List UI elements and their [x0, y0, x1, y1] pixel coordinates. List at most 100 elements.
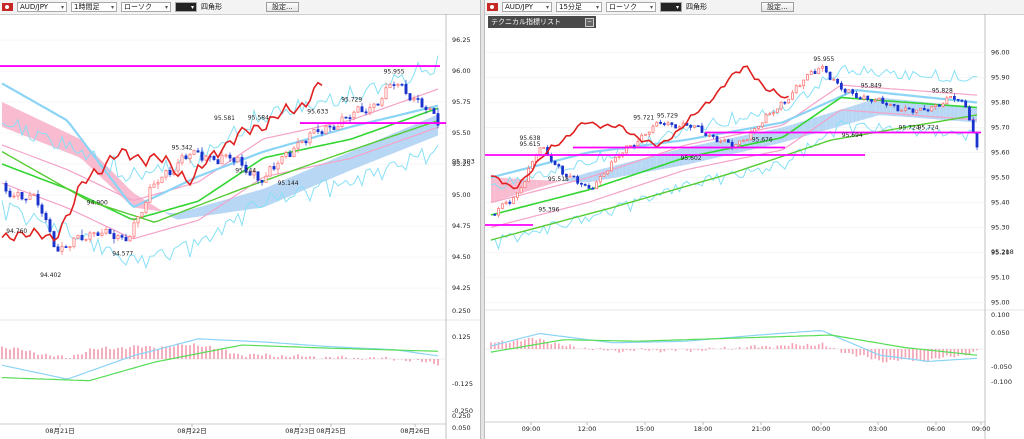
- candle-body: [809, 71, 813, 75]
- candle-body: [919, 107, 922, 111]
- candle-body: [156, 182, 160, 185]
- candle-body: [168, 170, 172, 175]
- candle-body: [824, 65, 828, 73]
- candle-body: [384, 87, 388, 99]
- time-tick-label: 09:00: [522, 425, 541, 433]
- time-tick-label: 03:00: [869, 425, 888, 433]
- cloud-segment: [334, 157, 338, 178]
- candle-body: [328, 125, 332, 128]
- candle-body: [930, 106, 934, 112]
- candle-body: [802, 79, 806, 87]
- candle-body: [583, 183, 587, 186]
- candle-body: [651, 125, 655, 133]
- candle-body: [873, 99, 877, 102]
- cloud-segment: [773, 128, 778, 145]
- price-annotation-label: 95.244: [235, 168, 256, 175]
- cloud-segment: [254, 190, 258, 209]
- candle-body: [84, 238, 88, 241]
- time-tick-label: 08月26日: [400, 427, 430, 435]
- candle-body: [711, 134, 715, 137]
- candle-body: [598, 176, 602, 183]
- candle-body: [76, 234, 80, 239]
- candle-body: [312, 129, 316, 134]
- candle-body: [392, 84, 396, 86]
- candle-body: [768, 113, 772, 116]
- candle-body: [164, 170, 168, 178]
- candle-body: [956, 98, 960, 101]
- candle-body: [798, 85, 802, 88]
- cloud-segment: [150, 203, 154, 211]
- candle-body: [851, 89, 855, 94]
- cloud-segment: [781, 126, 785, 143]
- price-tick-label: 95.90: [991, 74, 1010, 82]
- candle-body: [416, 98, 420, 100]
- macd-tick-label: 0.050: [452, 424, 471, 432]
- candle-body: [719, 140, 723, 143]
- price-annotation-label: 95.584: [248, 115, 269, 122]
- candle-body: [88, 232, 92, 240]
- cloud-segment: [494, 177, 499, 202]
- candle-body: [723, 139, 726, 142]
- price-annotation-label: 95.849: [861, 82, 882, 89]
- candle-body: [48, 219, 52, 232]
- lagging-span-line: [1, 81, 323, 242]
- candle-body: [204, 155, 208, 161]
- cloud-segment: [426, 117, 430, 141]
- candle-body: [523, 181, 527, 188]
- price-annotation-label: 94.402: [40, 272, 61, 279]
- candle-body: [260, 179, 264, 183]
- candle-body: [508, 201, 512, 204]
- candle-body: [324, 125, 328, 134]
- price-tick-label: 95.60: [991, 149, 1010, 157]
- time-tick-label: 12:00: [578, 425, 597, 433]
- candle-body: [68, 246, 72, 248]
- candle-body: [636, 141, 640, 147]
- candle-body: [32, 193, 36, 196]
- candle-body: [332, 126, 336, 130]
- candle-body: [900, 109, 904, 112]
- candle-body: [659, 121, 662, 124]
- candle-body: [348, 117, 352, 119]
- candle-body: [715, 136, 719, 143]
- candle-body: [568, 175, 572, 178]
- candle-body: [828, 71, 832, 80]
- price-tick-label: 95.10: [991, 274, 1010, 282]
- cloud-segment: [668, 150, 672, 169]
- candle-body: [700, 125, 704, 133]
- cloud-segment: [10, 105, 14, 132]
- macd-tick-label: 0.250: [452, 412, 471, 420]
- candle-body: [104, 229, 108, 234]
- candle-body: [677, 126, 681, 129]
- cloud-segment: [671, 150, 676, 168]
- candle-body: [572, 175, 576, 178]
- candle-body: [557, 164, 561, 167]
- price-tick-label: 95.70: [991, 124, 1010, 132]
- candle-body: [757, 126, 760, 129]
- cloud-segment: [366, 143, 370, 165]
- candle-body: [12, 195, 16, 198]
- price-annotation-label: 94.900: [87, 199, 108, 206]
- cloud-segment: [238, 194, 242, 212]
- candle-body: [152, 183, 156, 188]
- candle-body: [772, 112, 775, 115]
- candle-body: [904, 107, 907, 111]
- candle-body: [116, 235, 120, 240]
- candle-body: [587, 185, 591, 189]
- candle-body: [602, 173, 606, 177]
- macd-line: [490, 329, 978, 363]
- cloud-segment: [856, 103, 861, 122]
- candle-body: [128, 235, 132, 242]
- chart-left[interactable]: 96.2596.0095.7595.5095.2595.0094.7594.50…: [0, 0, 480, 439]
- candle-body: [922, 107, 926, 111]
- cloud-segment: [250, 191, 254, 210]
- price-annotation-label: 95.518: [548, 176, 569, 183]
- cloud-segment: [74, 136, 78, 157]
- macd-tick-label: -0.050: [991, 363, 1012, 371]
- candle-body: [428, 108, 432, 110]
- candle-body: [36, 193, 40, 206]
- candle-body: [647, 131, 651, 135]
- candle-body: [753, 128, 757, 133]
- chart-right[interactable]: 96.00 95.90 95.80 95.70 95.60 95.50 95.40 95.30…: [485, 0, 1024, 439]
- price-annotation-label: 95.144: [278, 180, 299, 187]
- cloud-segment: [54, 126, 58, 149]
